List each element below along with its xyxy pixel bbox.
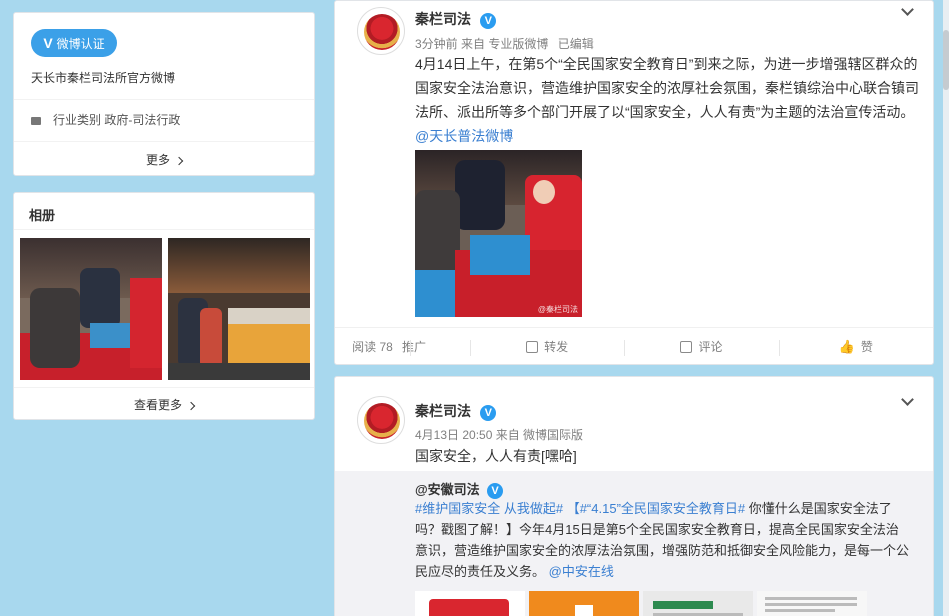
briefcase-icon bbox=[31, 116, 41, 125]
post-image[interactable]: @秦栏司法 bbox=[415, 150, 582, 317]
category-label: 行业类别 bbox=[53, 113, 102, 127]
repost-thumb-3[interactable] bbox=[643, 591, 753, 616]
verify-badge-label: 微博认证 bbox=[56, 36, 105, 51]
edited-label[interactable]: 已编辑 bbox=[558, 37, 594, 51]
author-avatar[interactable] bbox=[357, 7, 405, 55]
album-card: 相册 查看更多 bbox=[13, 192, 315, 420]
image-watermark: @秦栏司法 bbox=[537, 305, 578, 314]
divider bbox=[14, 387, 314, 388]
post-body: 国家安全，人人有责[嘿哈] bbox=[415, 448, 577, 464]
post-body: 4月14日上午，在第5个“全民国家安全教育日”到来之际，为进一步增强辖区群众的国… bbox=[415, 56, 919, 120]
post-time-source[interactable]: 4月13日 20:50 来自 微博国际版 bbox=[415, 426, 583, 443]
profile-more-link[interactable]: 更多 bbox=[14, 151, 314, 168]
post-footer: 阅读 78 推广 转发 评论 👍 赞 bbox=[335, 327, 933, 365]
album-photo-2[interactable] bbox=[168, 238, 310, 380]
post-header: 秦栏司法 V bbox=[415, 401, 497, 421]
verified-icon: V bbox=[487, 482, 504, 499]
expand-chevron[interactable] bbox=[901, 3, 914, 16]
repost-box: @安徽司法 V #维护国家安全 从我做起# 【#“4.15”全民国家安全教育日#… bbox=[335, 471, 933, 616]
repost-author-row: @安徽司法 V bbox=[415, 479, 504, 499]
repost-author[interactable]: @安徽司法 bbox=[415, 482, 480, 497]
divider bbox=[14, 99, 314, 100]
repost-thumb-2[interactable] bbox=[529, 591, 639, 616]
mention-link[interactable]: @中安在线 bbox=[549, 564, 614, 579]
album-title: 相册 bbox=[29, 208, 56, 223]
v-icon: V bbox=[43, 35, 53, 51]
divider bbox=[14, 229, 314, 230]
comment-label: 评论 bbox=[698, 340, 723, 354]
feed-post: 秦栏司法 V 3分钟前 来自 专业版微博 已编辑 4月14日上午，在第5个“全民… bbox=[334, 0, 934, 365]
expand-chevron[interactable] bbox=[901, 393, 914, 406]
chevron-right-icon bbox=[174, 156, 184, 166]
verify-badge[interactable]: V 微博认证 bbox=[31, 29, 117, 57]
profile-description: 天长市秦栏司法所官方微博 bbox=[31, 71, 176, 85]
like-button[interactable]: 👍 赞 bbox=[778, 338, 933, 356]
verified-icon: V bbox=[480, 12, 497, 29]
page-scrollbar[interactable] bbox=[943, 0, 949, 616]
post-meta: 3分钟前 来自 专业版微博 已编辑 bbox=[415, 35, 594, 52]
album-photo-1[interactable] bbox=[20, 238, 162, 380]
feed-post: 秦栏司法 V 4月13日 20:50 来自 微博国际版 国家安全，人人有责[嘿哈… bbox=[334, 376, 934, 616]
view-more-label: 查看更多 bbox=[133, 398, 182, 412]
category-row: 行业类别 政府-司法行政 bbox=[31, 111, 180, 128]
post-time-source[interactable]: 3分钟前 来自 专业版微博 bbox=[415, 37, 548, 51]
repost-thumb-1[interactable] bbox=[415, 591, 525, 616]
repost-button[interactable]: 转发 bbox=[470, 338, 624, 356]
thumbs-up-icon: 👍 bbox=[838, 338, 855, 354]
author-avatar[interactable] bbox=[357, 396, 405, 444]
verified-icon: V bbox=[480, 404, 497, 421]
read-count: 阅读 78 bbox=[335, 338, 410, 355]
author-name[interactable]: 秦栏司法 bbox=[415, 403, 471, 419]
album-view-more-link[interactable]: 查看更多 bbox=[14, 396, 314, 413]
author-name[interactable]: 秦栏司法 bbox=[415, 11, 471, 27]
repost-thumb-4[interactable] bbox=[757, 591, 867, 616]
more-label: 更多 bbox=[145, 153, 170, 167]
promote-label: 推广 bbox=[402, 340, 427, 354]
comment-button[interactable]: 评论 bbox=[624, 338, 778, 356]
repost-label: 转发 bbox=[544, 340, 569, 354]
repost-text: #维护国家安全 从我做起# 【#“4.15”全民国家安全教育日# 你懂什么是国家… bbox=[415, 498, 911, 582]
divider bbox=[14, 141, 314, 142]
promote-button[interactable]: 推广 bbox=[402, 338, 470, 356]
read-count-label: 阅读 78 bbox=[352, 340, 393, 354]
like-label: 赞 bbox=[860, 340, 873, 354]
post-header: 秦栏司法 V bbox=[415, 9, 497, 29]
repost-icon bbox=[526, 340, 539, 353]
scrollbar-thumb[interactable] bbox=[943, 30, 949, 90]
chevron-right-icon bbox=[186, 401, 196, 411]
post-text: 4月14日上午，在第5个“全民国家安全教育日”到来之际，为进一步增强辖区群众的国… bbox=[415, 52, 921, 148]
comment-icon bbox=[680, 340, 693, 353]
category-value: 政府-司法行政 bbox=[104, 113, 181, 127]
mention-link[interactable]: @天长普法微博 bbox=[415, 128, 513, 144]
hashtag-link[interactable]: #维护国家安全 从我做起# bbox=[415, 501, 563, 516]
topic-link[interactable]: 【#“4.15”全民国家安全教育日# bbox=[567, 501, 745, 516]
profile-card: V 微博认证 天长市秦栏司法所官方微博 行业类别 政府-司法行政 更多 bbox=[13, 12, 315, 176]
